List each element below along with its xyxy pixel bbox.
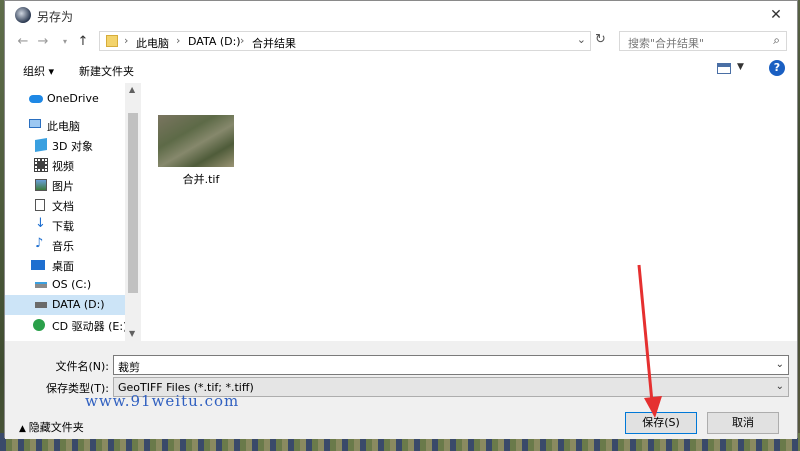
download-icon: ↓	[35, 216, 46, 231]
chevron-down-icon[interactable]: ⌄	[577, 33, 586, 46]
address-bar[interactable]: › 此电脑 › DATA (D:) › 合并结果 ⌄	[99, 31, 591, 51]
document-icon	[35, 199, 45, 211]
scroll-down-icon[interactable]: ▼	[129, 329, 135, 338]
breadcrumb-item[interactable]: 此电脑	[136, 35, 169, 51]
recent-dropdown-icon[interactable]: ▾	[57, 33, 73, 51]
search-icon: ⌕	[773, 33, 780, 47]
cd-drive-icon	[33, 319, 45, 331]
back-icon[interactable]: ←	[15, 33, 31, 51]
nav-item-label: OS (C:)	[52, 278, 92, 291]
computer-icon	[29, 119, 41, 128]
hide-folders-button[interactable]: ▲ 隐藏文件夹	[19, 419, 84, 435]
filename-label: 文件名(N):	[55, 360, 109, 373]
nav-item-pictures[interactable]: 图片	[5, 175, 125, 195]
tif-thumbnail[interactable]	[158, 115, 234, 167]
music-icon: ♪	[35, 236, 44, 251]
folder-icon	[106, 35, 118, 47]
nav-item-videos[interactable]: 视频	[5, 155, 125, 175]
filename-input[interactable]: 裁剪 ⌄	[113, 355, 789, 375]
nav-item-label: 桌面	[52, 260, 74, 273]
breadcrumb-item[interactable]: DATA (D:)	[188, 35, 241, 48]
cancel-button[interactable]: 取消	[707, 412, 779, 434]
drive-icon	[35, 282, 47, 288]
nav-item-label: 3D 对象	[52, 140, 93, 153]
up-icon[interactable]: ↑	[75, 33, 91, 51]
video-icon	[34, 158, 48, 172]
nav-item-label: 此电脑	[47, 120, 80, 133]
chevron-down-icon[interactable]: ⌄	[776, 359, 784, 370]
forward-icon[interactable]: →	[35, 33, 51, 51]
nav-item-music[interactable]: ♪ 音乐	[5, 235, 125, 255]
drive-icon	[35, 302, 47, 308]
nav-item-label: 音乐	[52, 240, 74, 253]
refresh-icon[interactable]: ↻	[595, 32, 611, 50]
nav-item-desktop[interactable]: 桌面	[5, 255, 125, 275]
cube-icon	[35, 137, 47, 153]
nav-item-data-d[interactable]: DATA (D:)	[5, 295, 125, 315]
hide-folders-label: 隐藏文件夹	[28, 421, 84, 434]
nav-item-label: DATA (D:)	[52, 298, 105, 311]
nav-item-onedrive[interactable]: OneDrive	[5, 89, 125, 109]
file-list: 合并.tif	[141, 83, 797, 341]
search-placeholder: 搜索"合并结果"	[628, 37, 705, 50]
chevron-right-icon: ›	[240, 34, 245, 47]
chevron-up-icon: ▲	[19, 424, 29, 434]
nav-item-documents[interactable]: 文档	[5, 195, 125, 215]
file-item-name[interactable]: 合并.tif	[171, 171, 231, 187]
nav-item-label: CD 驱动器 (E:) I	[52, 320, 125, 333]
cloud-icon	[29, 95, 43, 103]
app-icon	[15, 7, 31, 23]
breadcrumb-item[interactable]: 合并结果	[252, 35, 296, 51]
view-dropdown-icon[interactable]: ▼	[737, 62, 744, 72]
view-icon[interactable]	[717, 63, 731, 74]
close-icon[interactable]: ✕	[765, 5, 787, 25]
nav-item-this-pc[interactable]: 此电脑	[5, 115, 125, 135]
organize-button[interactable]: 组织 ▾	[23, 63, 54, 79]
navigation-pane: OneDrive 此电脑 3D 对象 视频 图片 文档 ↓ 下载 ♪ 音乐 桌面…	[5, 83, 141, 341]
chevron-down-icon[interactable]: ⌄	[776, 381, 784, 392]
nav-item-label: 下载	[52, 220, 74, 233]
scroll-thumb[interactable]	[128, 113, 138, 293]
nav-item-label: 文档	[52, 200, 74, 213]
picture-icon	[35, 179, 47, 191]
help-icon[interactable]: ?	[769, 60, 785, 76]
window-title: 另存为	[37, 10, 74, 24]
chevron-right-icon: ›	[176, 34, 181, 47]
save-as-dialog: 另存为 ✕ ← → ▾ ↑ › 此电脑 › DATA (D:) › 合并结果 ⌄…	[4, 0, 798, 439]
title-bar: 另存为 ✕	[5, 1, 797, 29]
scroll-up-icon[interactable]: ▲	[129, 85, 135, 94]
filename-value: 裁剪	[118, 361, 140, 374]
nav-item-label: 视频	[52, 160, 74, 173]
nav-item-label: OneDrive	[47, 92, 99, 105]
address-row: ← → ▾ ↑ › 此电脑 › DATA (D:) › 合并结果 ⌄ ↻ 搜索"…	[5, 29, 797, 55]
nav-item-label: 图片	[52, 180, 74, 193]
nav-item-downloads[interactable]: ↓ 下载	[5, 215, 125, 235]
save-options-panel: 文件名(N): 裁剪 ⌄ 保存类型(T): GeoTIFF Files (*.t…	[5, 341, 797, 439]
chevron-right-icon: ›	[124, 34, 129, 47]
command-bar: 组织 ▾ 新建文件夹 ▼ ?	[5, 57, 797, 84]
desktop-icon	[31, 260, 45, 270]
watermark: www.91weitu.com	[85, 392, 240, 410]
nav-item-3d-objects[interactable]: 3D 对象	[5, 135, 125, 155]
nav-item-os-c[interactable]: OS (C:)	[5, 275, 125, 295]
new-folder-button[interactable]: 新建文件夹	[79, 63, 134, 79]
save-button[interactable]: 保存(S)	[625, 412, 697, 434]
nav-item-cd-drive[interactable]: CD 驱动器 (E:) I	[5, 315, 125, 335]
nav-scrollbar[interactable]: ▲ ▼	[125, 83, 141, 341]
search-input[interactable]: 搜索"合并结果" ⌕	[619, 31, 787, 51]
